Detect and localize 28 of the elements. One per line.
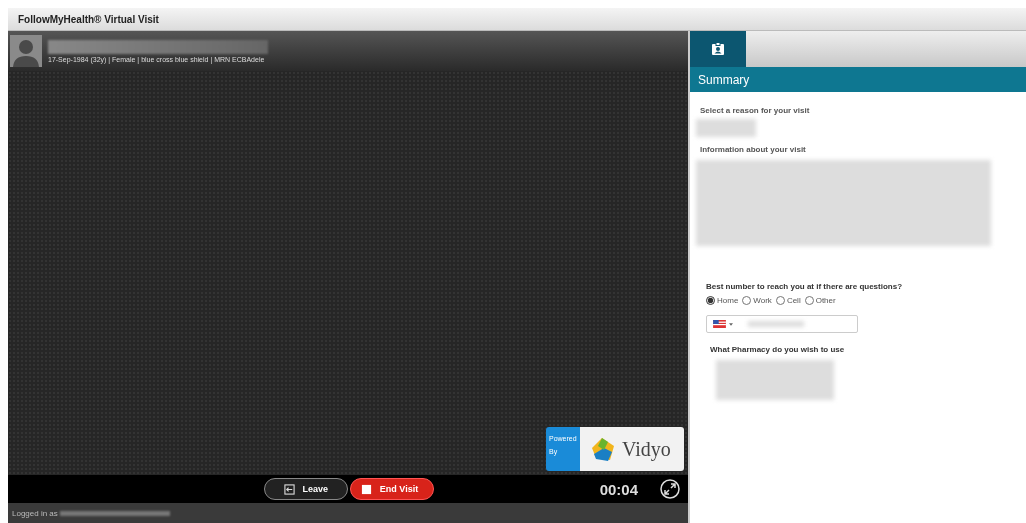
radio-button[interactable] (775, 296, 785, 305)
end-visit-button[interactable]: End Visit (349, 478, 434, 500)
flag-icon (713, 320, 726, 328)
field-label: Select a reason for your visit (700, 106, 811, 115)
caret-icon (729, 322, 733, 326)
field-label: What Pharmacy do you wish to use (710, 345, 846, 354)
stop-icon (360, 483, 372, 495)
summary-header: Summary (690, 67, 1026, 92)
radio-button[interactable] (804, 296, 814, 305)
leave-button[interactable]: Leave (263, 478, 348, 500)
summary-tab[interactable] (690, 31, 746, 67)
redacted-reason (696, 119, 756, 137)
radio-button[interactable] (742, 296, 752, 305)
radio-label[interactable]: Cell (786, 296, 801, 305)
fullscreen-icon[interactable] (660, 479, 680, 499)
avatar-icon (10, 35, 42, 67)
field-label: Information about your visit (700, 145, 807, 154)
radio-label[interactable]: Home (717, 296, 739, 305)
login-status: Logged in as (12, 508, 58, 518)
call-timer: 00:04 (599, 480, 638, 498)
phone-input-field[interactable] (706, 315, 858, 333)
exit-icon (283, 483, 295, 495)
radio-label[interactable]: Other (815, 296, 836, 305)
field-label: Best number to reach you at if there are questions? (706, 282, 904, 291)
radio-button[interactable] (706, 296, 715, 305)
id-badge-icon (711, 42, 725, 56)
radio-label[interactable]: Work (753, 296, 772, 305)
window-title: FollowMyHealth® Virtual Visit (18, 13, 159, 25)
